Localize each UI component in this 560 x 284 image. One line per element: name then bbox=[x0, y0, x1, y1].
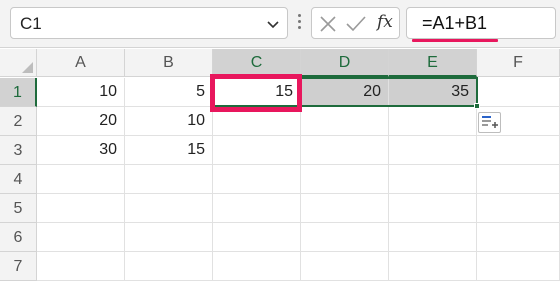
select-all-triangle-icon bbox=[22, 62, 33, 73]
cell-c5[interactable] bbox=[213, 194, 301, 223]
row-header-3[interactable]: 3 bbox=[0, 136, 37, 165]
cell-e1[interactable]: 35 bbox=[389, 78, 477, 107]
cell-e4[interactable] bbox=[389, 165, 477, 194]
cell-d2[interactable] bbox=[301, 107, 389, 136]
formula-bar: C1 fx =A1+B1 bbox=[0, 0, 560, 48]
cell-a7[interactable] bbox=[37, 252, 125, 281]
select-all-button[interactable] bbox=[0, 49, 37, 77]
cell-b5[interactable] bbox=[125, 194, 213, 223]
cell-f1[interactable] bbox=[477, 78, 560, 107]
column-header-f[interactable]: F bbox=[477, 49, 560, 77]
quick-analysis-button[interactable] bbox=[478, 112, 501, 133]
cell-e7[interactable] bbox=[389, 252, 477, 281]
cell-a3[interactable]: 30 bbox=[37, 136, 125, 165]
name-box-value: C1 bbox=[20, 14, 42, 33]
cell-f3[interactable] bbox=[477, 136, 560, 165]
fx-icon[interactable]: fx bbox=[377, 12, 393, 32]
cell-b3[interactable]: 15 bbox=[125, 136, 213, 165]
column-header-e[interactable]: E bbox=[389, 49, 477, 77]
cell-d3[interactable] bbox=[301, 136, 389, 165]
cell-b6[interactable] bbox=[125, 223, 213, 252]
cell-e6[interactable] bbox=[389, 223, 477, 252]
cell-d1[interactable]: 20 bbox=[301, 78, 389, 107]
cell-d7[interactable] bbox=[301, 252, 389, 281]
cell-c1[interactable]: 15 bbox=[213, 78, 301, 107]
formula-text: =A1+B1 bbox=[422, 13, 488, 33]
cell-d6[interactable] bbox=[301, 223, 389, 252]
check-icon[interactable] bbox=[345, 14, 367, 34]
row-header-7[interactable]: 7 bbox=[0, 252, 37, 281]
cell-a4[interactable] bbox=[37, 165, 125, 194]
cell-c3[interactable] bbox=[213, 136, 301, 165]
x-icon[interactable] bbox=[318, 14, 338, 34]
formula-buttons: fx bbox=[311, 7, 400, 39]
cell-d4[interactable] bbox=[301, 165, 389, 194]
cell-b2[interactable]: 10 bbox=[125, 107, 213, 136]
column-header-b[interactable]: B bbox=[125, 49, 213, 77]
chevron-down-icon[interactable] bbox=[265, 16, 281, 32]
cell-e5[interactable] bbox=[389, 194, 477, 223]
cell-e3[interactable] bbox=[389, 136, 477, 165]
formula-input[interactable]: =A1+B1 bbox=[406, 7, 556, 39]
row-header-1[interactable]: 1 bbox=[0, 78, 37, 107]
column-header-a[interactable]: A bbox=[37, 49, 125, 77]
cell-a5[interactable] bbox=[37, 194, 125, 223]
cell-c7[interactable] bbox=[213, 252, 301, 281]
more-options-dots-icon[interactable] bbox=[298, 14, 302, 34]
formula-highlight-underline bbox=[412, 39, 498, 42]
row-header-4[interactable]: 4 bbox=[0, 165, 37, 194]
cell-d5[interactable] bbox=[301, 194, 389, 223]
cell-a2[interactable]: 20 bbox=[37, 107, 125, 136]
name-box[interactable]: C1 bbox=[10, 7, 288, 39]
cell-f6[interactable] bbox=[477, 223, 560, 252]
cell-b7[interactable] bbox=[125, 252, 213, 281]
column-header-d[interactable]: D bbox=[301, 49, 389, 77]
cell-f5[interactable] bbox=[477, 194, 560, 223]
cell-f7[interactable] bbox=[477, 252, 560, 281]
cell-b4[interactable] bbox=[125, 165, 213, 194]
cell-c4[interactable] bbox=[213, 165, 301, 194]
fill-handle[interactable] bbox=[474, 103, 480, 109]
row-header-5[interactable]: 5 bbox=[0, 194, 37, 223]
column-header-c[interactable]: C bbox=[213, 49, 301, 77]
quick-analysis-icon bbox=[482, 116, 498, 128]
cell-a1[interactable]: 10 bbox=[37, 78, 125, 107]
cell-a6[interactable] bbox=[37, 223, 125, 252]
row-header-2[interactable]: 2 bbox=[0, 107, 37, 136]
cell-c2[interactable] bbox=[213, 107, 301, 136]
cell-e2[interactable] bbox=[389, 107, 477, 136]
row-header-6[interactable]: 6 bbox=[0, 223, 37, 252]
cell-c6[interactable] bbox=[213, 223, 301, 252]
cell-b1[interactable]: 5 bbox=[125, 78, 213, 107]
cell-f4[interactable] bbox=[477, 165, 560, 194]
